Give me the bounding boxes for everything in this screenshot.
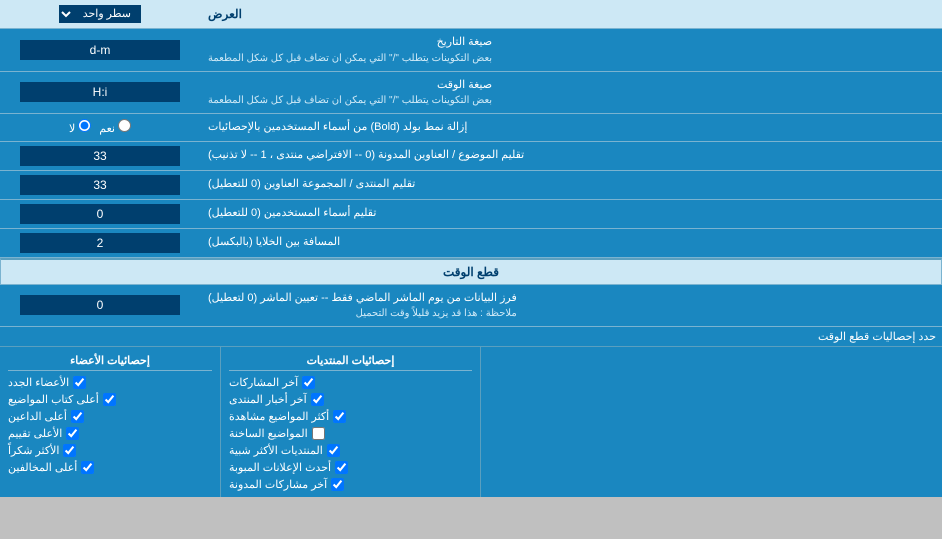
members-stats-header: إحصائيات الأعضاء <box>8 351 212 371</box>
stat-item-members-2: أعلى كتاب المواضيع <box>8 391 212 408</box>
stat-checkbox-members-2[interactable] <box>103 393 116 406</box>
stat-item-posts-2: آخر أخبار المنتدى <box>229 391 472 408</box>
stat-checkbox-posts-7[interactable] <box>331 478 344 491</box>
stat-item-members-6: أعلى المخالفين <box>8 459 212 476</box>
stat-checkbox-posts-4[interactable] <box>312 427 325 440</box>
bold-no-label: لا <box>69 119 91 135</box>
stat-item-posts-6: أحدث الإعلانات المبوبة <box>229 459 472 476</box>
cell-spacing-label: المسافة بين الخلايا (بالبكسل) <box>208 234 340 251</box>
stat-item-members-3: أعلى الداعين <box>8 408 212 425</box>
time-cut-header: قطع الوقت <box>0 258 942 285</box>
time-cut-input[interactable]: 0 <box>20 295 180 315</box>
stat-checkbox-posts-3[interactable] <box>333 410 346 423</box>
posts-stats-header: إحصائيات المنتديات <box>229 351 472 371</box>
cell-spacing-input[interactable]: 2 <box>20 233 180 253</box>
forum-limit-input[interactable]: 33 <box>20 175 180 195</box>
stat-item-posts-3: أكثر المواضيع مشاهدة <box>229 408 472 425</box>
user-limit-label: تقليم أسماء المستخدمين (0 للتعطيل) <box>208 205 376 222</box>
time-cut-label: فرز البيانات من يوم الماشر الماضي فقط --… <box>208 290 517 307</box>
stats-title: حدد إحصاليات قطع الوقت <box>6 330 936 343</box>
bold-yes-label: نعم <box>99 119 131 135</box>
date-format-label: صيغة التاريخ <box>208 34 492 51</box>
page-title: العرض <box>208 5 242 23</box>
bold-remove-label: إزالة نمط بولد (Bold) من أسماء المستخدمي… <box>208 119 467 136</box>
time-format-sublabel: بعض التكوينات يتطلب "/" التي يمكن ان تضا… <box>208 93 492 108</box>
bold-no-radio[interactable] <box>78 119 91 132</box>
stat-checkbox-members-6[interactable] <box>81 461 94 474</box>
stat-checkbox-posts-1[interactable] <box>302 376 315 389</box>
date-format-sublabel: بعض التكوينات يتطلب "/" التي يمكن ان تضا… <box>208 51 492 66</box>
bold-yes-radio[interactable] <box>118 119 131 132</box>
date-format-input[interactable]: d-m <box>20 40 180 60</box>
time-cut-sublabel: ملاحظة : هذا قد يزيد قليلاً وقت التحميل <box>208 306 517 321</box>
stat-item-members-5: الأكثر شكراً <box>8 442 212 459</box>
stat-item-posts-4: المواضيع الساخنة <box>229 425 472 442</box>
stat-item-members-4: الأعلى تقييم <box>8 425 212 442</box>
forum-limit-label: تقليم المنتدى / المجموعة العناوين (0 للت… <box>208 176 415 193</box>
topic-limit-label: تقليم الموضوع / العناوين المدونة (0 -- ا… <box>208 147 524 164</box>
stat-item-posts-1: آخر المشاركات <box>229 374 472 391</box>
user-limit-input[interactable]: 0 <box>20 204 180 224</box>
topic-limit-input[interactable]: 33 <box>20 146 180 166</box>
stat-checkbox-members-5[interactable] <box>63 444 76 457</box>
stat-checkbox-members-4[interactable] <box>66 427 79 440</box>
time-format-input[interactable]: H:i <box>20 82 180 102</box>
stat-checkbox-posts-2[interactable] <box>311 393 324 406</box>
stat-checkbox-posts-6[interactable] <box>335 461 348 474</box>
stat-item-posts-5: المنتديات الأكثر شبية <box>229 442 472 459</box>
stat-item-posts-7: آخر مشاركات المدونة <box>229 476 472 493</box>
stat-item-members-1: الأعضاء الجدد <box>8 374 212 391</box>
stat-checkbox-members-3[interactable] <box>71 410 84 423</box>
display-select[interactable]: سطر واحد سطرين ثلاثة أسطر <box>59 5 141 23</box>
time-format-label: صيغة الوقت <box>208 77 492 94</box>
stat-checkbox-posts-5[interactable] <box>327 444 340 457</box>
stat-checkbox-members-1[interactable] <box>73 376 86 389</box>
